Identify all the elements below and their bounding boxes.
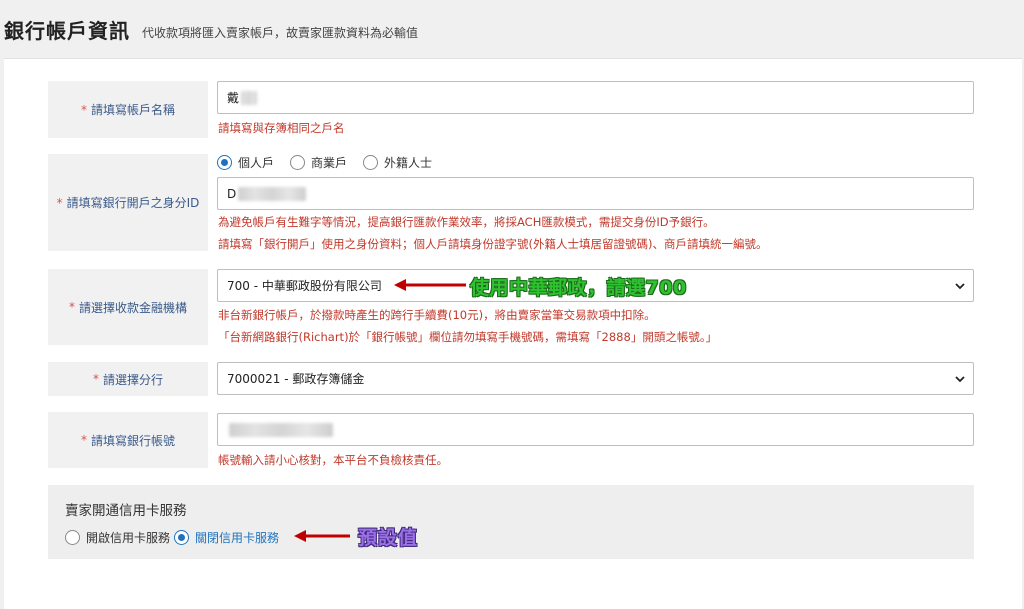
page-subtitle: 代收款項將匯入賣家帳戶，故賣家匯款資料為必輸值 — [142, 25, 419, 40]
bank-hint-2: 「台新網路銀行(Richart)於「銀行帳號」欄位請勿填寫手機號碼，需填寫「28… — [218, 330, 718, 344]
identity-type-group: 個人戶 商業戶 外籍人士 — [217, 154, 448, 171]
credit-card-option-group: 開啟信用卡服務 關閉信用卡服務 — [65, 529, 295, 546]
identity-type-personal[interactable]: 個人戶 — [217, 154, 274, 171]
bank-info-form: * 請填寫帳戶名稱 戴 請填寫與存簿相同之戶名 * 請填寫銀行開戶之身分ID 個… — [4, 58, 1022, 609]
account-name-hint: 請填寫與存簿相同之戶名 — [218, 121, 345, 135]
identity-id-input[interactable]: D — [217, 177, 974, 210]
redacted-text — [241, 90, 258, 105]
left-arrow-icon — [294, 530, 350, 542]
credit-card-enable-option[interactable]: 開啟信用卡服務 — [65, 529, 170, 546]
required-mark: * — [56, 195, 63, 210]
redacted-text — [229, 422, 333, 437]
account-name-value: 戴 — [227, 91, 240, 105]
branch-label: 請選擇分行 — [102, 372, 163, 387]
required-mark: * — [68, 300, 75, 314]
identity-type-foreigner[interactable]: 外籍人士 — [363, 154, 432, 171]
radio-unselected-icon — [363, 155, 379, 170]
left-arrow-icon — [394, 279, 466, 291]
required-mark: * — [92, 372, 99, 386]
account-number-input[interactable] — [217, 413, 974, 446]
credit-card-disable-label: 關閉信用卡服務 — [195, 531, 280, 545]
identity-hint-2: 請填寫「銀行開戶」使用之身份資料；個人戶請填身份證字號(外籍人士填居留證號碼)、… — [218, 237, 768, 251]
bank-annotation: 使用中華郵政，請選700 — [470, 277, 687, 299]
credit-card-title: 賣家開通信用卡服務 — [65, 503, 187, 519]
page-title: 銀行帳戶資訊 — [4, 18, 130, 43]
credit-card-annotation: 預設值 — [358, 527, 419, 549]
identity-type-business-label: 商業戶 — [311, 156, 348, 170]
credit-card-enable-label: 開啟信用卡服務 — [86, 531, 171, 545]
identity-label-cell: * 請填寫銀行開戶之身分ID — [48, 154, 208, 251]
redacted-text — [238, 186, 307, 201]
branch-label-cell: * 請選擇分行 — [48, 362, 208, 396]
branch-select[interactable]: 7000021 - 郵政存簿儲金 — [217, 362, 974, 395]
account-name-label-cell: * 請填寫帳戶名稱 — [48, 81, 208, 138]
radio-selected-icon — [174, 530, 190, 545]
chevron-down-icon — [953, 372, 967, 386]
account-number-hint: 帳號輸入請小心核對，本平台不負檢核責任。 — [218, 453, 448, 467]
credit-card-disable-option[interactable]: 關閉信用卡服務 — [174, 529, 279, 546]
required-mark: * — [80, 433, 87, 447]
radio-selected-icon — [217, 155, 232, 170]
identity-id-value: D — [227, 186, 237, 201]
page-header: 銀行帳戶資訊 代收款項將匯入賣家帳戶，故賣家匯款資料為必輸值 — [0, 0, 1024, 58]
account-name-input[interactable]: 戴 — [217, 81, 974, 114]
bank-select-value: 700 - 中華郵政股份有限公司 — [227, 279, 382, 293]
identity-type-foreigner-label: 外籍人士 — [384, 156, 433, 170]
credit-card-section: 賣家開通信用卡服務 開啟信用卡服務 關閉信用卡服務 預設值 — [48, 485, 974, 559]
chevron-down-icon — [953, 279, 967, 293]
radio-unselected-icon — [65, 530, 80, 545]
identity-type-personal-label: 個人戶 — [238, 156, 275, 170]
bank-hint-1: 非台新銀行帳戶，於撥款時產生的跨行手續費(10元)，將由賣家當筆交易款項中扣除。 — [218, 308, 656, 322]
account-number-label-cell: * 請填寫銀行帳號 — [48, 412, 208, 468]
identity-hint-1: 為避免帳戶有生難字等情況，提高銀行匯款作業效率，將採ACH匯款模式，需提交身份I… — [218, 215, 715, 229]
identity-label: 請填寫銀行開戶之身分ID — [66, 196, 200, 210]
required-mark: * — [80, 102, 87, 117]
bank-label-cell: * 請選擇收款金融機構 — [48, 269, 208, 345]
radio-unselected-icon — [290, 155, 306, 170]
account-number-label: 請填寫銀行帳號 — [90, 433, 175, 448]
account-name-label: 請填寫帳戶名稱 — [90, 103, 175, 117]
identity-type-business[interactable]: 商業戶 — [290, 154, 347, 171]
branch-select-value: 7000021 - 郵政存簿儲金 — [227, 372, 365, 386]
bank-label: 請選擇收款金融機構 — [78, 300, 187, 315]
